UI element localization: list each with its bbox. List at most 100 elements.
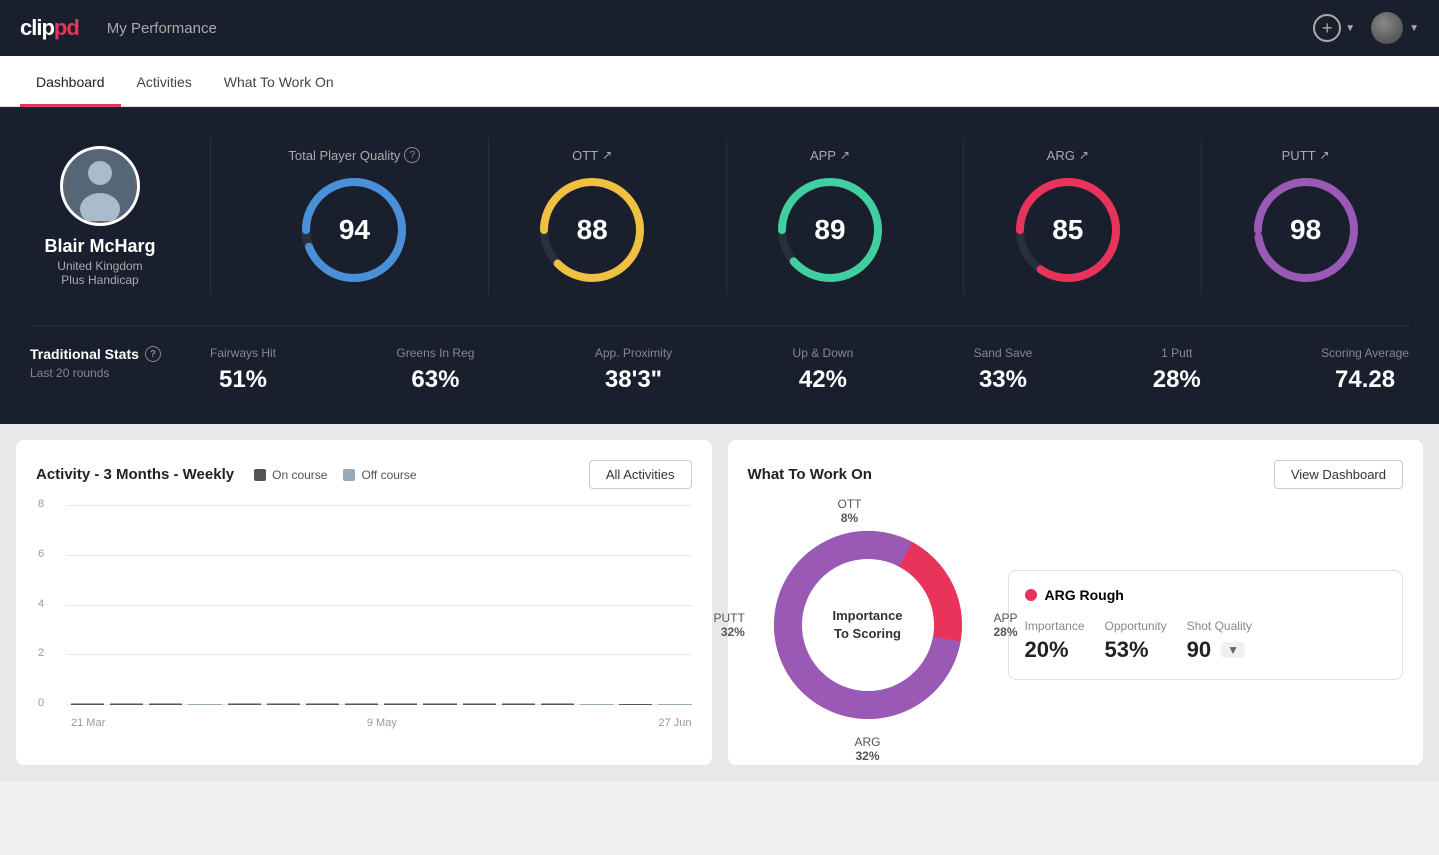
bar-group-1 xyxy=(110,703,143,705)
view-dashboard-button[interactable]: View Dashboard xyxy=(1274,460,1403,489)
add-button[interactable]: + ▼ xyxy=(1313,14,1355,42)
chevron-down-icon: ▼ xyxy=(1345,23,1355,34)
x-labels: 21 Mar 9 May 27 Jun xyxy=(71,710,692,735)
chart-area: 8 6 4 2 0 21 Mar 9 May 27 Jun xyxy=(36,505,692,735)
vertical-divider xyxy=(210,137,211,295)
bar-stack-12 xyxy=(541,703,574,705)
bar-stack-11 xyxy=(502,703,535,705)
greens-in-reg-label: Greens In Reg xyxy=(396,346,474,360)
wtwo-content: ImportanceTo Scoring OTT 8% APP 28% ARG … xyxy=(748,505,1404,745)
wtwo-panel: What To Work On View Dashboard xyxy=(728,440,1424,765)
up-and-down-label: Up & Down xyxy=(793,346,854,360)
bar-group-2 xyxy=(149,703,182,705)
fairways-hit-label: Fairways Hit xyxy=(210,346,276,360)
grid-label-2: 2 xyxy=(38,647,44,659)
bar-stack-9 xyxy=(423,703,456,705)
bar-stack-14 xyxy=(619,704,652,705)
tab-what-to-work-on[interactable]: What To Work On xyxy=(208,56,350,107)
header-actions: + ▼ ▼ xyxy=(1313,12,1419,44)
metric-importance: Importance 20% xyxy=(1025,619,1085,663)
bar-group-7 xyxy=(345,703,378,705)
avatar xyxy=(1371,12,1403,44)
off-course-dot xyxy=(343,469,355,481)
off-course-label: Off course xyxy=(361,468,416,482)
app-circle: 89 xyxy=(775,175,885,285)
stat-up-and-down: Up & Down 42% xyxy=(793,346,854,394)
tab-activities[interactable]: Activities xyxy=(121,56,208,107)
score-ott: OTT ↗ 88 xyxy=(488,138,696,295)
stat-scoring-average: Scoring Average 74.28 xyxy=(1321,346,1409,394)
user-menu[interactable]: ▼ xyxy=(1371,12,1419,44)
bar-on-6 xyxy=(306,704,339,705)
header: clippd My Performance + ▼ ▼ xyxy=(0,0,1439,56)
help-icon[interactable]: ? xyxy=(404,147,420,163)
trad-help-icon[interactable]: ? xyxy=(145,346,161,362)
info-card-dot xyxy=(1025,589,1037,601)
bar-stack-2 xyxy=(149,703,182,705)
bar-off-15 xyxy=(658,704,691,705)
donut-label-putt: PUTT 32% xyxy=(714,611,745,639)
bar-on-12 xyxy=(541,704,574,705)
importance-value: 20% xyxy=(1025,637,1085,663)
trad-title: Traditional Stats ? xyxy=(30,346,190,362)
score-putt: PUTT ↗ 98 xyxy=(1201,138,1409,295)
bar-stack-8 xyxy=(384,703,417,705)
all-activities-button[interactable]: All Activities xyxy=(589,460,692,489)
wtwo-title: What To Work On xyxy=(748,466,872,483)
stat-greens-in-reg: Greens In Reg 63% xyxy=(396,346,474,394)
bar-on-11 xyxy=(502,704,535,705)
bar-stack-6 xyxy=(306,703,339,705)
arg-value: 85 xyxy=(1052,214,1083,246)
stat-fairways-hit: Fairways Hit 51% xyxy=(210,346,276,394)
logo[interactable]: clippd xyxy=(20,15,79,41)
opportunity-value: 53% xyxy=(1105,637,1167,663)
putt-label: PUTT ↗ xyxy=(1282,148,1330,163)
bar-group-5 xyxy=(267,703,300,705)
donut-label-ott: OTT 8% xyxy=(838,497,862,525)
header-title: My Performance xyxy=(107,20,217,37)
bar-on-7 xyxy=(345,704,378,705)
score-total-label: Total Player Quality ? xyxy=(288,147,420,163)
bar-group-13 xyxy=(580,704,613,705)
bar-stack-3 xyxy=(188,704,221,705)
app-arrow-icon: ↗ xyxy=(840,148,850,162)
grid-label-0: 0 xyxy=(38,697,44,709)
metric-shot-quality: Shot Quality 90 ▼ xyxy=(1187,619,1252,663)
grid-label-8: 8 xyxy=(38,498,44,510)
arg-circle: 85 xyxy=(1013,175,1123,285)
bar-stack-10 xyxy=(463,703,496,705)
info-card: ARG Rough Importance 20% Opportunity 53%… xyxy=(1008,570,1404,680)
player-name: Blair McHarg xyxy=(44,236,155,257)
bar-on-10 xyxy=(463,704,496,705)
stat-app-proximity: App. Proximity 38'3" xyxy=(595,346,672,394)
activity-panel: Activity - 3 Months - Weekly On course O… xyxy=(16,440,712,765)
bar-on-1 xyxy=(110,704,143,705)
bar-stack-0 xyxy=(71,703,104,705)
putt-value: 98 xyxy=(1290,214,1321,246)
sand-save-value: 33% xyxy=(979,366,1027,394)
up-and-down-value: 42% xyxy=(799,366,847,394)
stat-1-putt: 1 Putt 28% xyxy=(1153,346,1201,394)
importance-label: Importance xyxy=(1025,619,1085,633)
bar-group-12 xyxy=(541,703,574,705)
nav-tabs: Dashboard Activities What To Work On xyxy=(0,56,1439,107)
bar-stack-13 xyxy=(580,704,613,705)
donut-center-text: ImportanceTo Scoring xyxy=(832,607,902,643)
legend-on-course: On course xyxy=(254,468,327,482)
tab-dashboard[interactable]: Dashboard xyxy=(20,56,121,107)
shot-quality-value: 90 xyxy=(1187,637,1211,663)
bar-group-6 xyxy=(306,703,339,705)
total-value: 94 xyxy=(339,214,370,246)
bar-group-10 xyxy=(463,703,496,705)
donut-label-arg: ARG 32% xyxy=(854,735,880,763)
on-course-dot xyxy=(254,469,266,481)
bar-group-8 xyxy=(384,703,417,705)
bar-group-11 xyxy=(502,703,535,705)
bars-container xyxy=(71,505,692,705)
app-proximity-label: App. Proximity xyxy=(595,346,672,360)
stat-sand-save: Sand Save 33% xyxy=(974,346,1033,394)
opportunity-label: Opportunity xyxy=(1105,619,1167,633)
plus-circle-icon: + xyxy=(1313,14,1341,42)
app-proximity-value: 38'3" xyxy=(605,366,662,394)
bar-on-0 xyxy=(71,704,104,705)
